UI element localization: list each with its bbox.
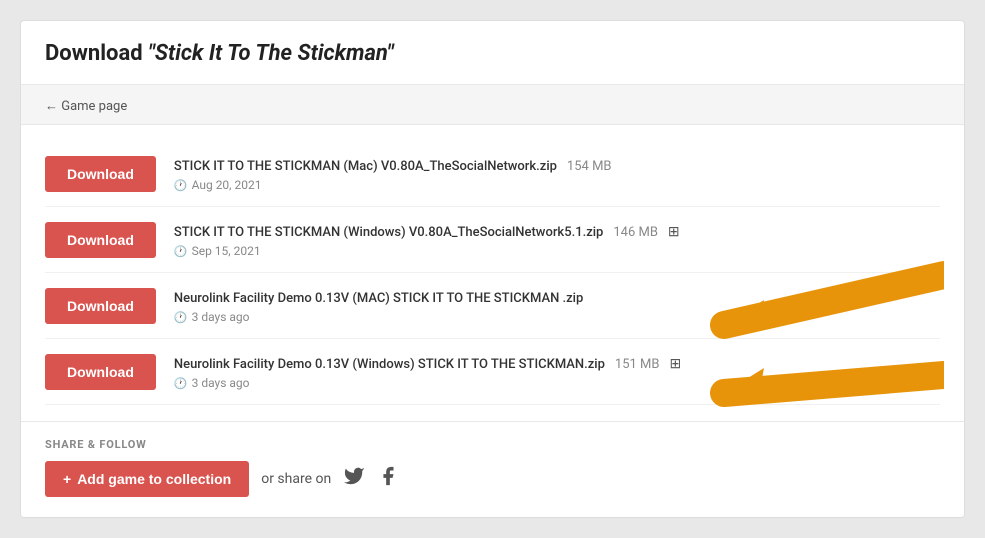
- file-size-4: 151 MB: [615, 357, 660, 372]
- download-row: Download STICK IT TO THE STICKMAN (Windo…: [45, 207, 940, 273]
- share-actions: + Add game to collection or share on: [45, 461, 940, 497]
- downloads-not-starting-link[interactable]: Downloads not starting?: [810, 376, 940, 390]
- file-name-4: Neurolink Facility Demo 0.13V (Windows) …: [174, 357, 605, 372]
- file-date-3: 🕐 3 days ago: [174, 310, 940, 324]
- file-name-row: Neurolink Facility Demo 0.13V (Windows) …: [174, 353, 940, 372]
- file-name-2: STICK IT TO THE STICKMAN (Windows) V0.80…: [174, 225, 603, 240]
- nav-bar: ← Game page: [21, 85, 964, 125]
- file-name-row: Neurolink Facility Demo 0.13V (MAC) STIC…: [174, 287, 940, 306]
- share-label: SHARE & FOLLOW: [45, 438, 940, 451]
- windows-icon-2: ⊞: [668, 224, 680, 240]
- facebook-link[interactable]: [377, 465, 399, 493]
- windows-icon-4: ⊞: [669, 356, 681, 372]
- twitter-link[interactable]: [343, 465, 365, 493]
- file-size-1: 154 MB: [567, 159, 612, 174]
- add-collection-button[interactable]: + Add game to collection: [45, 461, 249, 497]
- back-to-game-link[interactable]: ← Game page: [45, 99, 127, 114]
- date-text-1: Aug 20, 2021: [192, 178, 262, 192]
- file-info-1: STICK IT TO THE STICKMAN (Mac) V0.80A_Th…: [174, 155, 940, 192]
- or-share-text: or share on: [261, 471, 331, 487]
- page-title: Download "Stick It To The Stickman": [45, 41, 940, 66]
- title-quoted: "Stick It To The Stickman": [148, 41, 394, 66]
- clock-icon-2: 🕐: [174, 245, 188, 258]
- file-date-1: 🕐 Aug 20, 2021: [174, 178, 940, 192]
- file-name-row: STICK IT TO THE STICKMAN (Windows) V0.80…: [174, 221, 940, 240]
- download-row: Download Neurolink Facility Demo 0.13V (…: [45, 273, 940, 339]
- file-date-2: 🕐 Sep 15, 2021: [174, 244, 940, 258]
- date-text-4: 3 days ago: [192, 376, 250, 390]
- card-header: Download "Stick It To The Stickman": [21, 21, 964, 85]
- clock-icon-3: 🕐: [174, 311, 188, 324]
- download-button-4[interactable]: Download: [45, 354, 156, 390]
- plus-icon: +: [63, 471, 71, 487]
- clock-icon-1: 🕐: [174, 179, 188, 192]
- date-text-2: Sep 15, 2021: [192, 244, 261, 258]
- file-info-2: STICK IT TO THE STICKMAN (Windows) V0.80…: [174, 221, 940, 258]
- download-row: Download STICK IT TO THE STICKMAN (Mac) …: [45, 141, 940, 207]
- clock-icon-4: 🕐: [174, 377, 188, 390]
- date-text-3: 3 days ago: [192, 310, 250, 324]
- download-button-3[interactable]: Download: [45, 288, 156, 324]
- download-button-2[interactable]: Download: [45, 222, 156, 258]
- file-name-3: Neurolink Facility Demo 0.13V (MAC) STIC…: [174, 291, 583, 306]
- download-button-1[interactable]: Download: [45, 156, 156, 192]
- download-row: Download Neurolink Facility Demo 0.13V (…: [45, 339, 940, 405]
- file-name-row: STICK IT TO THE STICKMAN (Mac) V0.80A_Th…: [174, 155, 940, 174]
- title-prefix: Download: [45, 41, 148, 66]
- file-size-2: 146 MB: [613, 225, 658, 240]
- file-info-3: Neurolink Facility Demo 0.13V (MAC) STIC…: [174, 287, 940, 324]
- downloads-section: Download STICK IT TO THE STICKMAN (Mac) …: [21, 125, 964, 421]
- share-section: SHARE & FOLLOW + Add game to collection …: [21, 421, 964, 517]
- add-collection-label: Add game to collection: [77, 471, 231, 487]
- file-name-1: STICK IT TO THE STICKMAN (Mac) V0.80A_Th…: [174, 159, 557, 174]
- main-card: Download "Stick It To The Stickman" ← Ga…: [20, 20, 965, 518]
